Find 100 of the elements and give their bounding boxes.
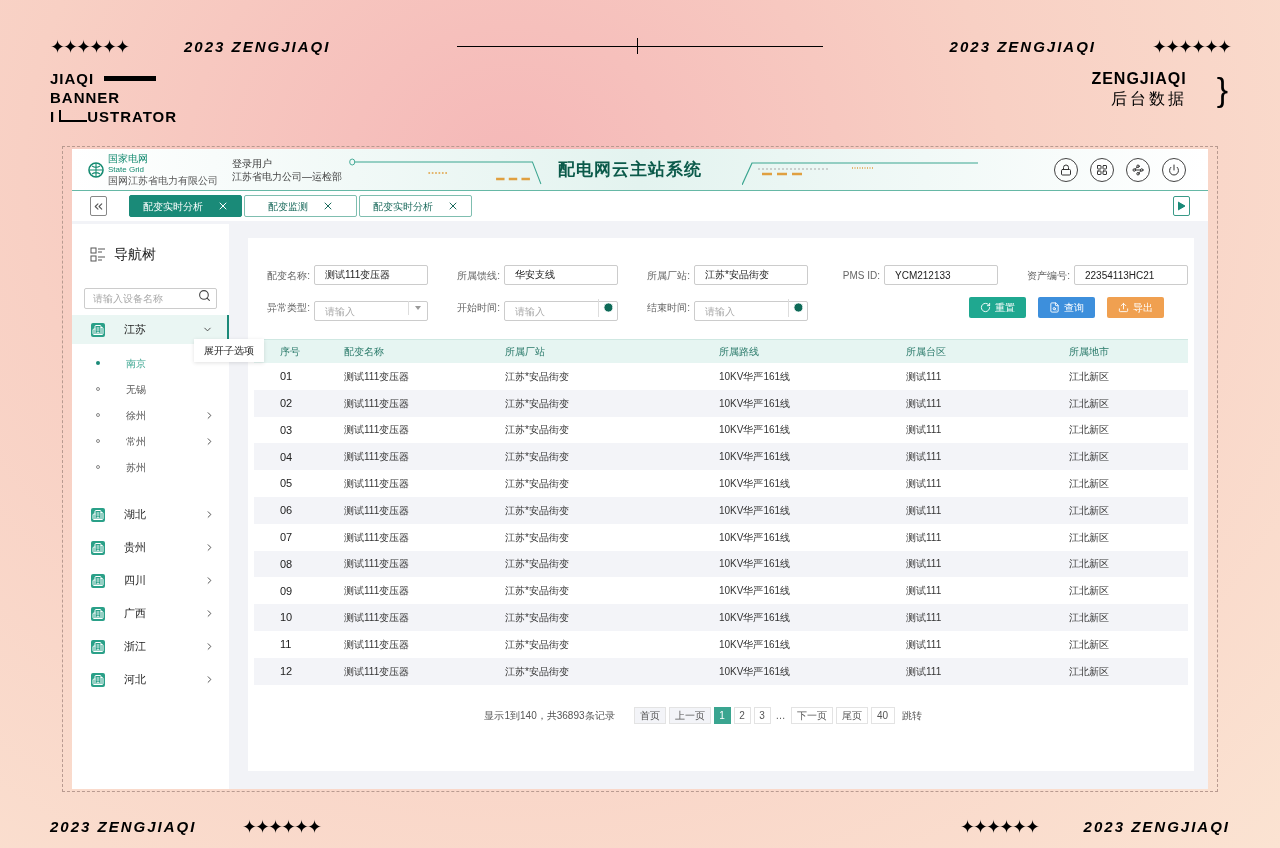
table-cell-text: 10KV华严161线 <box>718 423 792 438</box>
table-cell-text: 测试111 <box>905 584 943 599</box>
table-cell-text: 测试111变压器 <box>343 557 411 572</box>
table-cell-text: 10KV华严161线 <box>718 557 792 572</box>
table-cell-text: 江北新区 <box>1068 369 1110 384</box>
table-cell-text: 10KV华严161线 <box>718 611 792 626</box>
table-cell-text: 江北新区 <box>1068 664 1110 679</box>
table-cell-text: 江北新区 <box>1068 611 1110 626</box>
table-cell-text: 测试111变压器 <box>343 503 411 518</box>
table-cell-text: 江苏*安品街变 <box>504 369 570 384</box>
filter-label: 所属馈线: <box>456 268 500 283</box>
filter-label: 异常类型: <box>266 301 310 315</box>
filter-label: 所属厂站: <box>646 268 690 283</box>
table-cell-text: 江北新区 <box>1068 503 1110 518</box>
filter-label: 配变名称: <box>266 268 310 283</box>
table-cell-text: 10KV华严161线 <box>718 637 792 652</box>
table-cell-text: 江北新区 <box>1068 530 1110 545</box>
banner-year: 2023 ZENGJIAQI <box>1083 817 1230 837</box>
tooltip: 展开子选项 <box>194 339 264 362</box>
table-cell-text: 10KV华严161线 <box>718 450 792 465</box>
table-cell-text: 08 <box>279 556 294 572</box>
table-cell-text: 测试111变压器 <box>343 637 411 652</box>
table-cell-text: 11 <box>279 637 293 653</box>
banner-year: 2023 ZENGJIAQI <box>50 817 197 837</box>
side-title: ZENGJIAQI <box>1091 68 1187 89</box>
brand-text: JIAQI <box>50 68 95 88</box>
table-cell-text: 测试111 <box>905 637 943 652</box>
table-cell-text: 09 <box>279 583 294 599</box>
column-header: 所属地市 <box>1068 345 1110 359</box>
table-cell-text: 10KV华严161线 <box>718 369 792 384</box>
table-cell-text: 江苏*安品街变 <box>504 611 570 626</box>
table-cell-text: 测试111 <box>905 450 943 465</box>
brace-glyph: } <box>1216 71 1228 106</box>
logo-company: 国网江苏省电力有限公司 <box>108 175 218 186</box>
star-row: ✦✦✦✦✦✦ <box>242 818 321 837</box>
table-cell-text: 测试111 <box>905 503 943 518</box>
table-cell-text: 测试111变压器 <box>343 584 411 599</box>
table-cell-text: 测试111变压器 <box>343 477 411 492</box>
table-cell-text: 测试111 <box>905 396 943 411</box>
table-cell-text: 01 <box>279 369 294 385</box>
table-cell-text: 07 <box>279 529 294 545</box>
table-cell-text: 测试111 <box>905 369 943 384</box>
record-summary: 显示1到140，共36893条记录 <box>484 708 615 723</box>
table-cell-text: 江苏*安品街变 <box>504 664 570 679</box>
table-cell-text: 04 <box>279 449 294 465</box>
star-row: ✦✦✦✦✦✦ <box>959 818 1038 837</box>
table-cell-text: 江北新区 <box>1068 557 1110 572</box>
table-cell-text: 江苏*安品街变 <box>504 396 570 411</box>
table-cell-text: 江苏*安品街变 <box>504 637 570 652</box>
table-cell-text: 江苏*安品街变 <box>504 557 570 572</box>
table-cell-text: 测试111 <box>905 557 943 572</box>
table-cell-text: 测试111变压器 <box>343 369 411 384</box>
table-cell-text: 江苏*安品街变 <box>504 423 570 438</box>
table-cell-text: 10KV华严161线 <box>718 503 792 518</box>
column-header: 序号 <box>279 345 301 359</box>
banner-year: 2023 ZENGJIAQI <box>184 37 331 57</box>
table-cell-text: 测试111 <box>905 664 943 679</box>
star-row: ✦✦✦✦✦✦ <box>50 38 128 57</box>
ellipsis: … <box>774 708 787 723</box>
table-cell-text: 测试111 <box>905 611 943 626</box>
sidebar-title: 导航树 <box>114 245 156 264</box>
column-header: 所属厂站 <box>504 345 546 359</box>
table-cell-text: 江北新区 <box>1068 584 1110 599</box>
user-org: 江苏省电力公司—运检部 <box>232 169 342 183</box>
table-cell-text: 江苏*安品街变 <box>504 450 570 465</box>
table-cell-text: 江苏*安品街变 <box>504 530 570 545</box>
table-cell-text: 10KV华严161线 <box>718 477 792 492</box>
filter-label: 开始时间: <box>456 301 500 315</box>
table-cell-text: 10KV华严161线 <box>718 530 792 545</box>
table-cell-text: 06 <box>279 503 294 519</box>
table-cell-text: 测试111变压器 <box>343 530 411 545</box>
filter-label: 结束时间: <box>646 301 690 315</box>
table-cell-text: 10KV华严161线 <box>718 396 792 411</box>
table-cell-text: 江北新区 <box>1068 477 1110 492</box>
table-cell-text: 测试111变压器 <box>343 423 411 438</box>
column-header: 配变名称 <box>343 345 385 359</box>
table-cell-text: 江北新区 <box>1068 423 1110 438</box>
table-cell-text: 测试111变压器 <box>343 450 411 465</box>
user-label: 登录用户 <box>232 156 273 170</box>
side-subtitle: 后台数据 <box>1110 88 1187 109</box>
column-header: 所属路线 <box>718 345 760 359</box>
table-cell-text: 10KV华严161线 <box>718 664 792 679</box>
table-cell-text: 江苏*安品街变 <box>504 584 570 599</box>
brand-text: USTRATOR <box>87 106 178 126</box>
table-cell-text: 05 <box>279 476 294 492</box>
star-row: ✦✦✦✦✦✦ <box>1152 38 1230 57</box>
brand-text: I <box>50 106 56 126</box>
table-cell-text: 10KV华严161线 <box>718 584 792 599</box>
table-cell-text: 12 <box>279 663 294 679</box>
logo-name: 国家电网 <box>108 153 149 164</box>
table-cell-text: 江北新区 <box>1068 637 1110 652</box>
table-cell-text: 测试111 <box>905 423 943 438</box>
system-title: 配电网云主站系统 <box>558 158 702 181</box>
brand-text: BANNER <box>50 87 122 107</box>
table-cell-text: 03 <box>279 422 294 438</box>
filter-label: PMS ID: <box>841 268 880 283</box>
table-cell-text: 测试111变压器 <box>343 611 411 626</box>
table-cell-text: 02 <box>279 395 294 411</box>
table-cell-text: 江苏*安品街变 <box>504 503 570 518</box>
banner-year: 2023 ZENGJIAQI <box>949 37 1096 57</box>
